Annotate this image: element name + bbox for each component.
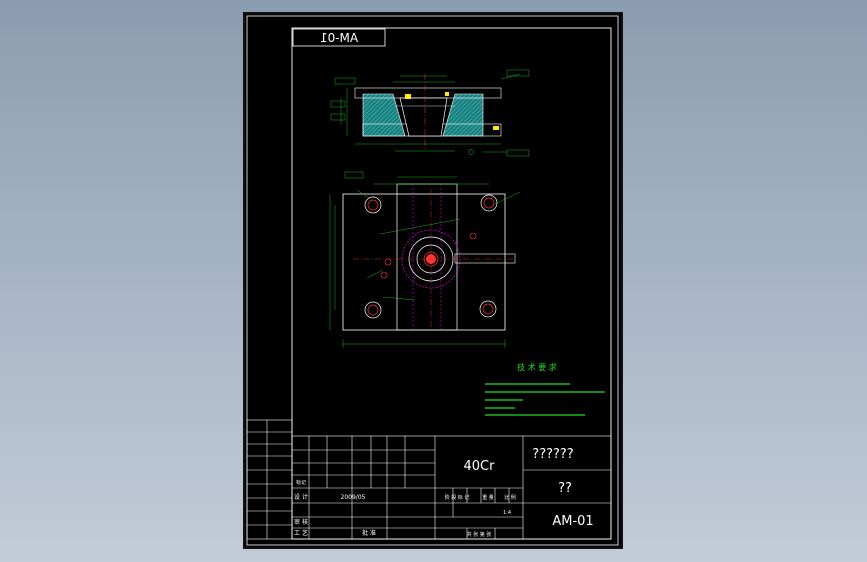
section-cavity	[399, 97, 448, 137]
drawing-border	[246, 15, 619, 546]
weight-label: 重 量	[482, 494, 494, 501]
label-approve: 批 准	[362, 529, 376, 537]
part-name: ??????	[532, 447, 573, 462]
label-process: 工 艺	[294, 529, 308, 537]
tech-requirements: 技 术 要 求	[485, 362, 605, 416]
drawing-sheet: AM-01 技 术 要 求 设 计 标记 工 艺 审 核 批 准 2009/05…	[243, 12, 623, 549]
scale-label: 比 例	[504, 494, 516, 501]
company-name: ??	[558, 481, 572, 496]
drawing-canvas: AM-01 技 术 要 求 设 计 标记 工 艺 审 核 批 准 2009/05…	[246, 15, 619, 546]
label-design: 设 计	[294, 493, 308, 501]
section-view	[330, 69, 530, 157]
label-revision: 标记	[296, 479, 306, 486]
plan-view	[329, 171, 521, 348]
cad-viewport[interactable]: AM-01 技 术 要 求 设 计 标记 工 艺 审 核 批 准 2009/05…	[0, 0, 867, 562]
label-check: 审 核	[294, 518, 308, 526]
inner-frame	[291, 27, 612, 540]
tech-title: 技 术 要 求	[517, 362, 557, 372]
plan-outline	[342, 193, 506, 331]
section-left-hatch	[362, 93, 406, 137]
part-number: AM-01	[552, 514, 593, 529]
section-right-hatch	[442, 93, 484, 137]
scale-value: 1:4	[503, 510, 511, 516]
stage-label: 阶 段 标 记	[445, 494, 470, 501]
material-label: 40Cr	[464, 459, 496, 474]
sheet-label: 共 张 第 张	[467, 531, 492, 538]
part-number-top-box: AM-01	[292, 28, 386, 47]
part-number-top: AM-01	[320, 31, 358, 45]
design-date: 2009/05	[341, 494, 366, 501]
